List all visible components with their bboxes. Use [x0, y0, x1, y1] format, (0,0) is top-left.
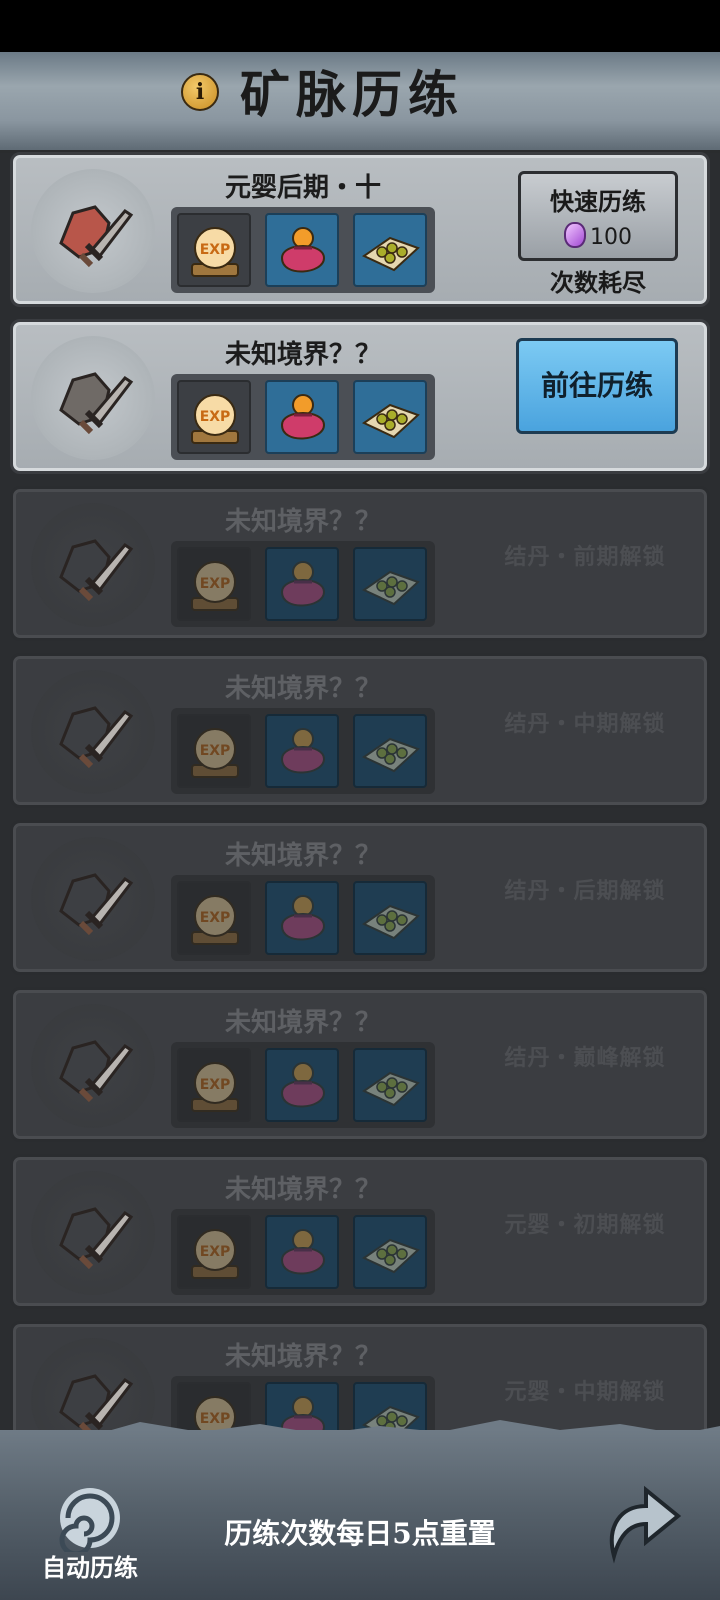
reward-slots: EXP: [171, 875, 435, 961]
realm-name: 未知境界？？: [224, 340, 381, 370]
training-card[interactable]: 元婴后期・十 EXP 快速历练 100 次数耗尽: [10, 152, 710, 307]
spirit-beads-icon[interactable]: [353, 213, 427, 287]
svg-text:EXP: EXP: [200, 743, 231, 759]
unlock-requirement: 结丹・巅峰解锁: [504, 1045, 666, 1071]
ore-sword-emblem: [31, 1171, 155, 1295]
unlock-requirement: 元婴・中期解锁: [504, 1379, 666, 1405]
ore-sword-emblem: [31, 670, 155, 794]
info-icon[interactable]: i: [181, 73, 219, 111]
treasure-pouch-icon[interactable]: [265, 1048, 339, 1122]
exp-orb-icon[interactable]: EXP: [177, 714, 251, 788]
spirit-beads-icon[interactable]: [353, 1215, 427, 1289]
svg-text:EXP: EXP: [200, 242, 231, 258]
spirit-beads-icon[interactable]: [353, 547, 427, 621]
ore-sword-emblem: [31, 503, 155, 627]
ore-sword-emblem: [31, 336, 155, 460]
treasure-pouch-icon[interactable]: [265, 380, 339, 454]
treasure-pouch-icon[interactable]: [265, 881, 339, 955]
treasure-pouch-icon[interactable]: [265, 714, 339, 788]
training-card[interactable]: 未知境界？？ EXP 前往历练: [10, 319, 710, 474]
cost-value: 100: [590, 225, 632, 250]
quick-train-cost: 100: [521, 222, 675, 250]
exp-orb-icon[interactable]: EXP: [177, 380, 251, 454]
quick-train-button[interactable]: 快速历练 100: [518, 171, 678, 261]
auto-train-label: 自动历练: [42, 1553, 138, 1582]
realm-name: 元婴后期・十: [224, 173, 381, 203]
spirit-beads-icon[interactable]: [353, 380, 427, 454]
svg-text:EXP: EXP: [200, 1077, 231, 1093]
treasure-pouch-icon[interactable]: [265, 1215, 339, 1289]
status-bar: [0, 0, 720, 52]
svg-text:EXP: EXP: [200, 576, 231, 592]
reward-slots: EXP: [171, 541, 435, 627]
return-arrow-icon[interactable]: [596, 1476, 686, 1566]
ore-sword-emblem: [31, 837, 155, 961]
unlock-requirement: 结丹・后期解锁: [504, 878, 666, 904]
page-title: 矿脉历练: [240, 65, 464, 124]
training-card: 未知境界？？ EXP 结丹・中期解锁: [10, 653, 710, 808]
svg-text:EXP: EXP: [200, 409, 231, 425]
treasure-pouch-icon[interactable]: [265, 547, 339, 621]
reward-slots: EXP: [171, 207, 435, 293]
auto-train-button[interactable]: 自动历练: [30, 1482, 150, 1592]
realm-name: 未知境界？？: [224, 1342, 381, 1372]
treasure-pouch-icon[interactable]: [265, 213, 339, 287]
training-card: 未知境界？？ EXP 结丹・后期解锁: [10, 820, 710, 975]
svg-text:EXP: EXP: [200, 1244, 231, 1260]
realm-name: 未知境界？？: [224, 507, 381, 537]
reward-slots: EXP: [171, 374, 435, 460]
unlock-requirement: 元婴・初期解锁: [504, 1212, 666, 1238]
reward-slots: EXP: [171, 1209, 435, 1295]
exp-orb-icon[interactable]: EXP: [177, 881, 251, 955]
quick-train-label: 快速历练: [550, 187, 646, 216]
reward-slots: EXP: [171, 1042, 435, 1128]
realm-name: 未知境界？？: [224, 1008, 381, 1038]
unlock-requirement: 结丹・中期解锁: [504, 711, 666, 737]
attempts-exhausted: 次数耗尽: [550, 268, 646, 297]
realm-name: 未知境界？？: [224, 1175, 381, 1205]
realm-name: 未知境界？？: [224, 674, 381, 704]
exp-orb-icon[interactable]: EXP: [177, 1215, 251, 1289]
ore-sword-emblem: [31, 169, 155, 293]
svg-text:EXP: EXP: [200, 910, 231, 926]
unlock-requirement: 结丹・前期解锁: [504, 544, 666, 570]
training-card: 未知境界？？ EXP 结丹・前期解锁: [10, 486, 710, 641]
exp-orb-icon[interactable]: EXP: [177, 547, 251, 621]
spirit-beads-icon[interactable]: [353, 881, 427, 955]
swirl-icon: [59, 1488, 120, 1552]
exp-orb-icon[interactable]: EXP: [177, 213, 251, 287]
go-train-button[interactable]: 前往历练: [516, 338, 678, 434]
spirit-beads-icon[interactable]: [353, 714, 427, 788]
training-card: 未知境界？？ EXP 结丹・巅峰解锁: [10, 987, 710, 1142]
spirit-beads-icon[interactable]: [353, 1048, 427, 1122]
ore-sword-emblem: [31, 1004, 155, 1128]
training-card: 未知境界？？ EXP 元婴・初期解锁: [10, 1154, 710, 1309]
gem-icon: [564, 222, 586, 248]
reset-note: 历练次数每日5点重置: [224, 1517, 496, 1550]
realm-name: 未知境界？？: [224, 841, 381, 871]
exp-orb-icon[interactable]: EXP: [177, 1048, 251, 1122]
reward-slots: EXP: [171, 708, 435, 794]
